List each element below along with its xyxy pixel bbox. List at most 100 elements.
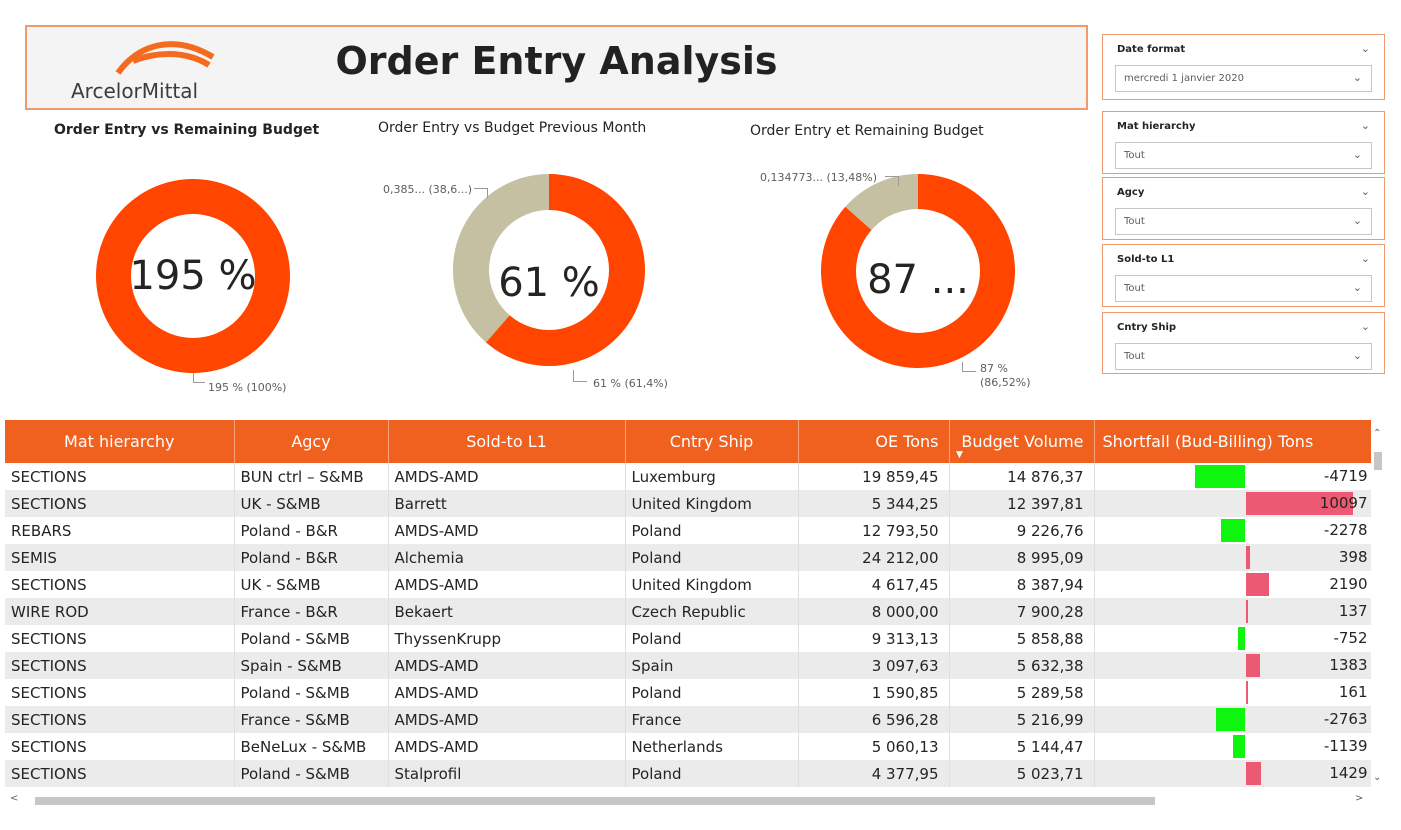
column-header[interactable]: Shortfall (Bud-Billing) Tons (1094, 420, 1372, 463)
column-header[interactable]: Sold-to L1 (388, 420, 626, 463)
slicer-dropdown[interactable]: Tout ⌄ (1115, 275, 1372, 302)
slicer-dropdown[interactable]: Tout ⌄ (1115, 142, 1372, 169)
table-row[interactable]: SECTIONS Spain - S&MB AMDS-AMD Spain 3 097,6… (5, 652, 1372, 679)
shortfall-cell: 10097 (1094, 490, 1372, 517)
table-cell: Poland (625, 679, 799, 706)
table-cell: 7 900,28 (949, 598, 1095, 625)
table-cell: SECTIONS (5, 571, 235, 598)
chart3-label-other: 0,134773... (13,48%) (760, 171, 877, 184)
table-row[interactable]: SECTIONS Poland - S&MB AMDS-AMD Poland 1 590… (5, 679, 1372, 706)
table-cell: SECTIONS (5, 733, 235, 760)
slicer-dropdown[interactable]: Tout ⌄ (1115, 343, 1372, 370)
slicer-dropdown[interactable]: Tout ⌄ (1115, 208, 1372, 235)
table-cell: Poland (625, 544, 799, 571)
shortfall-bar (1245, 762, 1261, 785)
column-header[interactable]: Mat hierarchy (5, 420, 235, 463)
table-header-row: Mat hierarchy Agcy Sold-to L1 Cntry Ship… (5, 420, 1372, 463)
slicer-dropdown[interactable]: mercredi 1 janvier 2020 ⌄ (1115, 65, 1372, 92)
table-row[interactable]: REBARS Poland - B&R AMDS-AMD Poland 12 793,5… (5, 517, 1372, 544)
shortfall-value: 161 (1338, 683, 1368, 701)
scroll-left-icon[interactable]: < (10, 793, 18, 804)
shortfall-cell: 398 (1094, 544, 1372, 571)
chevron-down-icon[interactable]: ⌄ (1361, 185, 1370, 198)
table-row[interactable]: SECTIONS Poland - S&MB Stalprofil Poland 4 3… (5, 760, 1372, 787)
chart2-label-main: 61 % (61,4%) (593, 377, 668, 390)
chevron-down-icon[interactable]: ⌄ (1361, 252, 1370, 265)
shortfall-cell: -752 (1094, 625, 1372, 652)
table-cell: 5 632,38 (949, 652, 1095, 679)
table-cell: Poland - B&R (234, 544, 389, 571)
table-cell: ThyssenKrupp (388, 625, 626, 652)
chevron-down-icon[interactable]: ⌄ (1361, 42, 1370, 55)
table-cell: SECTIONS (5, 490, 235, 517)
scroll-right-icon[interactable]: > (1355, 793, 1363, 804)
table-cell: United Kingdom (625, 490, 799, 517)
table-cell: 12 793,50 (798, 517, 950, 544)
slicer-value: Tout (1124, 216, 1145, 227)
shortfall-bar (1245, 573, 1269, 596)
table-cell: AMDS-AMD (388, 679, 626, 706)
scroll-down-icon[interactable]: ⌄ (1373, 772, 1381, 783)
table-row[interactable]: SECTIONS BUN ctrl – S&MB AMDS-AMD Luxemburg… (5, 463, 1372, 490)
chart1-label: 195 % (100%) (208, 381, 287, 394)
table-cell: Poland (625, 625, 799, 652)
shortfall-value: 2190 (1329, 575, 1368, 593)
column-header[interactable]: Agcy (234, 420, 389, 463)
table-cell: 9 313,13 (798, 625, 950, 652)
table-cell: SECTIONS (5, 760, 235, 787)
table-cell: Czech Republic (625, 598, 799, 625)
slicer-sold-to-l1: Sold-to L1 ⌄ Tout ⌄ (1102, 244, 1385, 307)
chart3-leader-main (962, 362, 976, 372)
chart2-label-other: 0,385... (38,6...) (383, 183, 473, 196)
slicer-value: Tout (1124, 351, 1145, 362)
table-row[interactable]: SECTIONS BeNeLux - S&MB AMDS-AMD Netherland… (5, 733, 1372, 760)
table-cell: France - S&MB (234, 706, 389, 733)
slicer-mat-hierarchy: Mat hierarchy ⌄ Tout ⌄ (1102, 111, 1385, 174)
column-header[interactable]: Cntry Ship (625, 420, 799, 463)
shortfall-cell: 1383 (1094, 652, 1372, 679)
slicer-title: Cntry Ship (1117, 322, 1177, 333)
slicer-value: Tout (1124, 150, 1145, 161)
scrollbar-thumb[interactable] (1374, 452, 1382, 470)
chevron-down-icon[interactable]: ⌄ (1361, 320, 1370, 333)
chevron-down-icon[interactable]: ⌄ (1361, 119, 1370, 132)
shortfall-cell: -2278 (1094, 517, 1372, 544)
shortfall-value: -1139 (1323, 737, 1368, 755)
table-cell: 6 596,28 (798, 706, 950, 733)
shortfall-cell: -1139 (1094, 733, 1372, 760)
table-cell: REBARS (5, 517, 235, 544)
table-cell: Stalprofil (388, 760, 626, 787)
table-cell: AMDS-AMD (388, 652, 626, 679)
table-cell: 9 226,76 (949, 517, 1095, 544)
table-cell: Poland - S&MB (234, 760, 389, 787)
table-grid: Mat hierarchy Agcy Sold-to L1 Cntry Ship… (5, 420, 1372, 787)
scrollbar-thumb[interactable] (35, 797, 1155, 805)
vertical-scrollbar[interactable]: ⌃ ⌄ (1371, 420, 1385, 808)
table-cell: SECTIONS (5, 463, 235, 490)
table-row[interactable]: SECTIONS Poland - S&MB ThyssenKrupp Poland 9… (5, 625, 1372, 652)
table-row[interactable]: SECTIONS UK - S&MB AMDS-AMD United Kingdom 4… (5, 571, 1372, 598)
chevron-down-icon: ⌄ (1352, 214, 1362, 227)
table-cell: Poland - S&MB (234, 679, 389, 706)
table-cell: Poland - B&R (234, 517, 389, 544)
table-cell: 1 590,85 (798, 679, 950, 706)
table-cell: 19 859,45 (798, 463, 950, 490)
slicer-cntry-ship: Cntry Ship ⌄ Tout ⌄ (1102, 312, 1385, 374)
slicer-agcy: Agcy ⌄ Tout ⌄ (1102, 177, 1385, 240)
shortfall-bar (1233, 735, 1246, 758)
shortfall-value: 398 (1338, 548, 1368, 566)
table-row[interactable]: WIRE ROD France - B&R Bekaert Czech Republi… (5, 598, 1372, 625)
table-row[interactable]: SEMIS Poland - B&R Alchemia Poland 24 212,00… (5, 544, 1372, 571)
shortfall-cell: 161 (1094, 679, 1372, 706)
chevron-down-icon: ⌄ (1352, 148, 1362, 161)
scroll-up-icon[interactable]: ⌃ (1373, 428, 1381, 439)
table-cell: 4 377,95 (798, 760, 950, 787)
shortfall-value: -4719 (1323, 467, 1368, 485)
column-header[interactable]: OE Tons (798, 420, 950, 463)
table-row[interactable]: SECTIONS UK - S&MB Barrett United Kingdom 5 … (5, 490, 1372, 517)
shortfall-cell: -2763 (1094, 706, 1372, 733)
table-cell: 5 060,13 (798, 733, 950, 760)
horizontal-scrollbar[interactable]: < > (5, 793, 1371, 808)
table-row[interactable]: SECTIONS France - S&MB AMDS-AMD France 6 596… (5, 706, 1372, 733)
column-header-sorted[interactable]: Budget Volume (949, 420, 1095, 463)
